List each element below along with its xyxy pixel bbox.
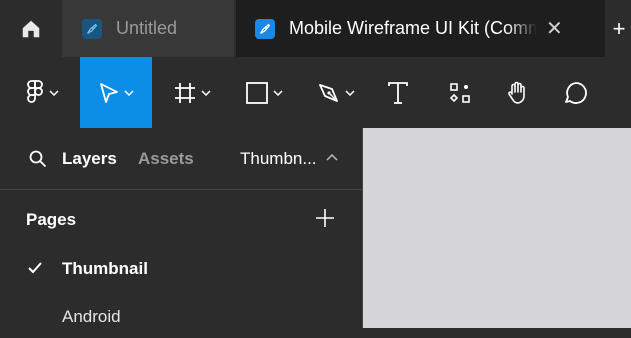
toolbar [0,57,631,128]
chevron-down-icon [345,89,355,96]
chevron-down-icon [49,89,59,96]
pen-tool-button[interactable] [304,57,368,128]
check-icon [28,262,42,274]
rectangle-icon [246,81,268,104]
current-page-selector[interactable]: Thumbn... [240,149,317,169]
shape-tool-button[interactable] [232,57,296,128]
hand-tool-button[interactable] [498,57,538,128]
tab-mobile-wireframe[interactable]: Mobile Wireframe UI Kit (Community) ✕ [236,0,605,57]
chevron-down-icon [124,89,134,96]
page-label: Thumbnail [62,259,148,278]
hand-icon [508,81,525,104]
resources-tool-button[interactable] [440,57,480,128]
frame-icon [175,82,195,103]
chevron-down-icon [201,89,211,96]
canvas[interactable] [363,128,631,328]
add-page-icon[interactable] [315,208,335,228]
page-item-thumbnail[interactable]: Thumbnail [0,250,362,290]
chevron-down-icon [273,89,283,96]
page-label: Android [62,307,121,326]
file-icon [82,18,102,39]
panel-tabs: Layers Assets Thumbn... [0,128,362,190]
chevron-up-icon[interactable] [326,153,338,161]
page-item-android[interactable]: Android [0,298,362,338]
tab-label: Untitled [116,18,178,38]
home-tab[interactable] [0,0,61,57]
resources-icon [449,82,470,103]
comment-tool-button[interactable] [556,57,596,128]
search-icon[interactable] [29,150,47,168]
comment-icon [565,81,587,104]
tab-layers[interactable]: Layers [62,149,117,169]
pages-header: Pages [26,210,77,229]
tab-untitled[interactable]: Untitled [62,0,234,57]
tab-bar: Untitled Mobile Wireframe UI Kit (Commun… [0,0,631,57]
left-panel: Layers Assets Thumbn... Pages Thumbnail … [0,128,363,328]
main-menu-button[interactable] [10,57,74,128]
figma-logo-icon [27,79,43,103]
file-icon [255,18,275,39]
new-tab-button[interactable]: + [607,0,631,57]
home-icon [22,20,39,37]
text-tool-button[interactable] [378,57,418,128]
cursor-icon [100,82,118,103]
text-icon [388,81,408,104]
frame-tool-button[interactable] [160,57,224,128]
close-icon[interactable]: ✕ [546,16,563,41]
move-tool-button[interactable] [80,57,152,128]
tab-label: Mobile Wireframe UI Kit (Community) [289,18,537,38]
tab-assets[interactable]: Assets [138,149,194,169]
pen-icon [319,83,338,102]
